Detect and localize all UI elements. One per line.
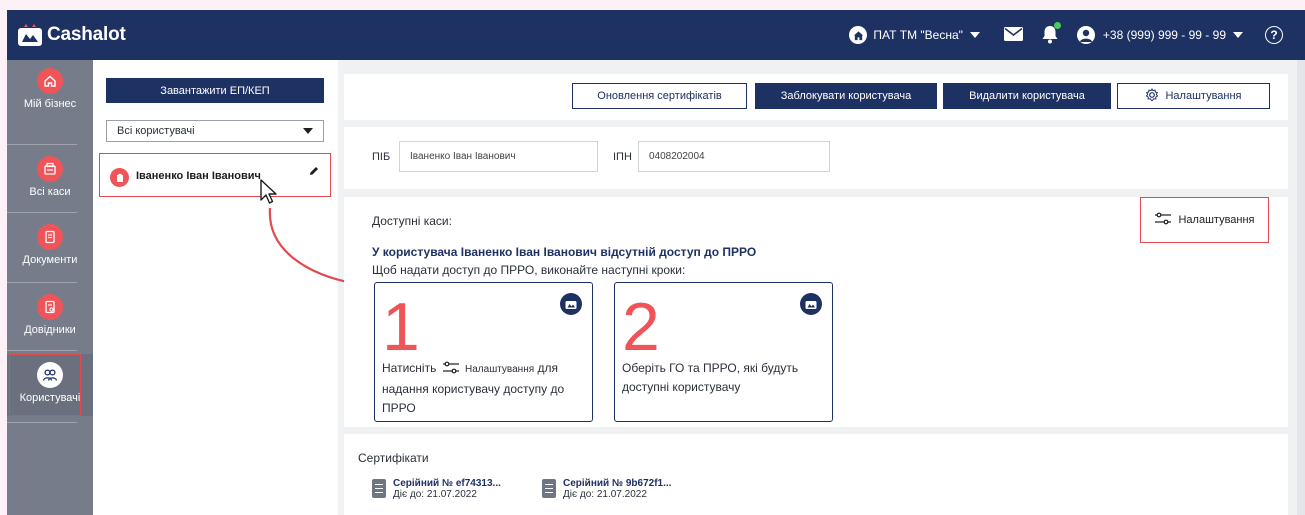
bell-icon[interactable]: [1041, 21, 1061, 47]
document-icon: [37, 224, 63, 250]
brand-name: Cashalot: [47, 24, 126, 45]
user-avatar-icon: [110, 168, 129, 187]
upload-key-button[interactable]: Завантажити ЕП/КЕП: [106, 78, 324, 103]
user-info-card: ПІБ Іваненко Іван Іванович ІПН 040820200…: [344, 127, 1288, 189]
highlight-frame: [9, 354, 81, 416]
cashalot-badge-icon: [560, 293, 582, 315]
sidebar-divider: [7, 350, 77, 351]
account-menu[interactable]: +38 (999) 999 - 99 - 99: [1076, 26, 1243, 44]
sidebar-item-references[interactable]: Довідники: [7, 286, 93, 348]
user-filter-value: Всі користувачі: [117, 125, 195, 137]
tax-id-field[interactable]: 0408202004: [638, 141, 830, 172]
cashalot-badge-icon: [800, 293, 822, 315]
header-controls: ПАТ ТМ "Весна" +38 (999) 999 - 99 - 99 ?: [849, 10, 1283, 60]
company-name: ПАТ ТМ "Весна": [873, 28, 963, 42]
sidebar-divider: [7, 282, 77, 283]
settings-button[interactable]: Налаштування: [1117, 83, 1270, 109]
step-card-1: 1 Натисніть Налаштування для надання кор…: [374, 282, 593, 422]
full-name-field[interactable]: Іваненко Іван Іванович: [399, 141, 598, 172]
full-name-label: ПІБ: [372, 151, 391, 163]
certificate-icon: [372, 479, 386, 498]
certificate-serial: Серійний № ef74313...: [393, 478, 501, 489]
step-1-text: Натисніть Налаштування для надання корис…: [382, 359, 564, 418]
delete-user-button[interactable]: Видалити користувача: [943, 83, 1111, 109]
help-glyph: ?: [1270, 28, 1278, 42]
top-bar: Cashalot ПАТ ТМ "Весна" +38 (999) 999 - …: [7, 10, 1305, 60]
help-icon[interactable]: ?: [1265, 26, 1283, 44]
certificate-icon: [542, 479, 556, 498]
chevron-down-icon: [303, 128, 313, 134]
home-icon: [849, 26, 868, 44]
no-access-heading: У користувача Іваненко Іван Іванович від…: [372, 245, 757, 259]
user-filter-select[interactable]: Всі користувачі: [106, 120, 324, 142]
sidebar-divider: [7, 212, 77, 213]
certificate-valid: Діє до: 21.07.2022: [393, 489, 477, 500]
step-2-line-2: доступні користувачу: [622, 380, 741, 394]
settings-label: Налаштування: [1165, 90, 1242, 102]
step-number: 1: [382, 289, 420, 365]
registers-settings-link[interactable]: Налаштування: [1140, 197, 1269, 243]
cash-register-icon: [37, 156, 63, 182]
chevron-down-icon: [969, 32, 980, 38]
step-2-line-1: Оберіть ГО та ПРРО, які будуть: [622, 361, 799, 375]
certificate-item[interactable]: Серійний № ef74313... Діє до: 21.07.2022: [372, 478, 501, 500]
user-icon: [1076, 26, 1095, 44]
reference-icon: [37, 294, 63, 320]
brand-logo[interactable]: Cashalot: [17, 23, 126, 47]
notification-dot: [1053, 21, 1061, 29]
available-registers-title: Доступні каси:: [372, 214, 452, 228]
step-1-line-2: надання користувачу доступу до: [382, 382, 565, 396]
scrollbar-track[interactable]: [1297, 60, 1305, 515]
step-1-prefix: Натисніть: [382, 361, 437, 375]
step-number: 2: [622, 289, 660, 365]
registers-settings-label: Налаштування: [1178, 214, 1255, 226]
home-icon: [37, 68, 63, 94]
available-registers-card: Доступні каси: Налаштування У користувач…: [344, 197, 1288, 427]
step-2-text: Оберіть ГО та ПРРО, які будуть доступні …: [622, 359, 798, 397]
step-card-2: 2 Оберіть ГО та ПРРО, які будуть доступн…: [614, 282, 833, 422]
sliders-icon: [442, 361, 460, 380]
instructions-text: Щоб надати доступ до ПРРО, виконайте нас…: [372, 263, 686, 277]
update-certificates-button[interactable]: Оновлення сертифікатів: [572, 83, 747, 109]
phone-number: +38 (999) 999 - 99 - 99: [1102, 28, 1226, 42]
certificate-valid: Діє до: 21.07.2022: [563, 489, 647, 500]
sidebar-item-label: Документи: [22, 254, 78, 266]
cashalot-logo-icon: [17, 23, 43, 47]
step-1-suffix: для: [537, 361, 558, 375]
full-name-value: Іваненко Іван Іванович: [410, 151, 516, 162]
mail-icon[interactable]: [1003, 26, 1023, 44]
chevron-down-icon: [1233, 32, 1243, 38]
mouse-cursor-icon: [260, 179, 277, 204]
block-user-button[interactable]: Заблокувати користувача: [755, 83, 937, 109]
tax-id-value: 0408202004: [649, 151, 705, 162]
sidebar: Мій бізнес Всі каси Документи Довідники: [7, 60, 93, 515]
certificate-serial: Серійний № 9b672f1...: [563, 478, 672, 489]
certificates-card: Сертифікати Серійний № ef74313... Діє до…: [344, 434, 1288, 515]
gear-icon: [1145, 87, 1159, 105]
certificates-title: Сертифікати: [358, 451, 429, 465]
certificate-item[interactable]: Серійний № 9b672f1... Діє до: 21.07.2022: [542, 478, 671, 500]
sliders-icon: [1154, 212, 1172, 229]
step-1-line-3: ПРРО: [382, 401, 416, 415]
toolbar-card: Оновлення сертифікатів Заблокувати корис…: [344, 74, 1288, 120]
sidebar-item-documents[interactable]: Документи: [7, 216, 93, 278]
step-1-settings-link[interactable]: Налаштування: [465, 364, 534, 375]
company-selector[interactable]: ПАТ ТМ "Весна": [849, 26, 980, 44]
tax-id-label: ІПН: [613, 151, 632, 163]
sidebar-item-my-business[interactable]: Мій бізнес: [7, 60, 93, 122]
sidebar-item-label: Довідники: [24, 324, 76, 336]
sidebar-divider: [7, 144, 77, 145]
sidebar-item-all-registers[interactable]: Всі каси: [7, 148, 93, 210]
sidebar-divider: [7, 422, 77, 423]
app-window: Cashalot ПАТ ТМ "Весна" +38 (999) 999 - …: [7, 10, 1305, 515]
sidebar-item-label: Мій бізнес: [23, 98, 77, 110]
sidebar-item-label: Всі каси: [29, 186, 71, 198]
